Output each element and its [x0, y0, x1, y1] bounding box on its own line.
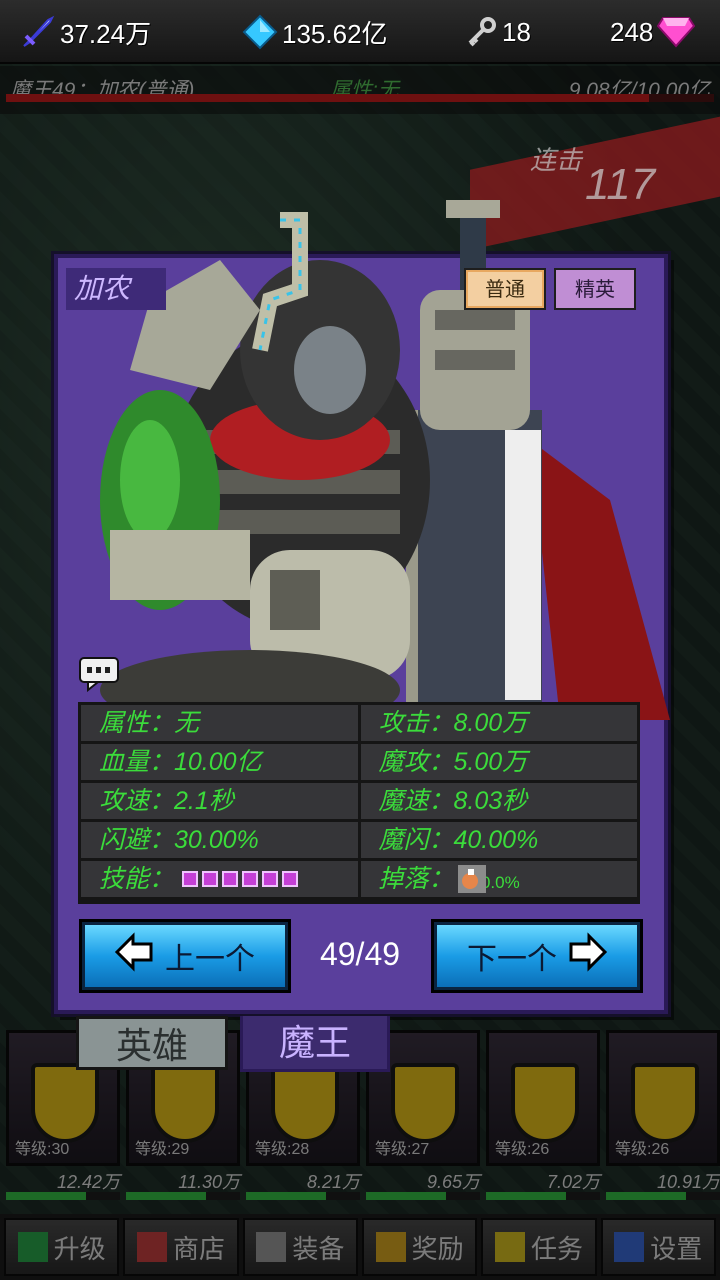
- hero-level: 等级:30: [15, 1141, 70, 1158]
- sword-icon: [20, 14, 56, 50]
- shop-icon: [136, 1232, 167, 1262]
- hero-level: 等级:27: [375, 1141, 430, 1158]
- hero-progress-bar: [6, 1192, 120, 1200]
- boss-page-counter: 49/49: [319, 936, 401, 972]
- bottom-nav-label: 装备: [292, 1233, 345, 1264]
- hero-level: 等级:26: [495, 1141, 550, 1158]
- attack-power-resource: 37.24万: [20, 14, 151, 50]
- bottom-nav-item[interactable]: 设置: [600, 1218, 716, 1276]
- hero-power: 9.65万: [426, 1172, 480, 1192]
- stat-drop: 掉落： 30.0%: [360, 861, 637, 897]
- tab-hero[interactable]: 英雄: [76, 1016, 228, 1070]
- speech-bubble-icon[interactable]: [78, 656, 120, 697]
- resource-bar: 37.24万 135.62亿 18 248: [0, 0, 720, 64]
- key-value: 18: [502, 16, 531, 47]
- boss-status-bar: 魔王49：加农(普通) 属性:无 9.08亿/10.00亿: [0, 66, 720, 114]
- elite-mode-button[interactable]: 精英: [554, 268, 636, 310]
- bottom-nav-label: 设置: [650, 1233, 703, 1264]
- hero-shield-icon: [31, 1063, 99, 1143]
- stat-skills-label: 技能：: [99, 865, 175, 893]
- crystal-value: 135.62亿: [282, 18, 388, 49]
- boss-name-label: 加农: [66, 268, 166, 310]
- stat-attribute: 属性：无: [81, 705, 358, 741]
- previous-boss-button[interactable]: 上一个: [82, 922, 288, 990]
- boss-stats-grid: 属性：无 攻击：8.00万 血量：10.00亿 魔攻：5.00万 攻速：2.1秒…: [78, 702, 640, 904]
- arrow-right-icon: [567, 932, 608, 980]
- arrow-up-icon: [17, 1232, 48, 1262]
- stat-magic-speed: 魔速：8.03秒: [360, 783, 637, 819]
- stat-magic-attack: 魔攻：5.00万: [360, 744, 637, 780]
- hero-level: 等级:28: [255, 1141, 310, 1158]
- previous-boss-label: 上一个: [165, 943, 255, 976]
- hero-power: 8.21万: [306, 1172, 360, 1192]
- quest-icon: [494, 1232, 525, 1262]
- settings-icon: [614, 1232, 645, 1262]
- gem-value: 248: [610, 16, 654, 47]
- pink-gem-icon: [657, 16, 696, 48]
- bottom-nav-item[interactable]: 商店: [123, 1218, 239, 1276]
- hero-progress-bar: [486, 1192, 600, 1200]
- hero-card[interactable]: 等级:26: [486, 1030, 600, 1166]
- skill-gem-list: [182, 871, 299, 887]
- drop-item-icon[interactable]: [457, 865, 486, 893]
- crystal-resource: 135.62亿: [242, 14, 388, 50]
- stat-attack-speed: 攻速：2.1秒: [81, 783, 358, 819]
- bottom-nav-label: 升级: [53, 1233, 106, 1264]
- next-boss-label: 下一个: [467, 943, 557, 976]
- stat-hp: 血量：10.00亿: [81, 744, 358, 780]
- bottom-nav-item[interactable]: 奖励: [361, 1218, 478, 1276]
- skill-gem-icon[interactable]: [262, 871, 279, 887]
- bottom-nav-item[interactable]: 装备: [242, 1218, 358, 1276]
- gem-resource: 248: [610, 14, 696, 50]
- skill-gem-icon[interactable]: [222, 871, 239, 887]
- hero-shield-icon: [151, 1063, 219, 1143]
- hero-card[interactable]: 等级:26: [606, 1030, 720, 1166]
- hero-level: 等级:26: [615, 1141, 670, 1158]
- hero-progress-bar: [606, 1192, 720, 1200]
- stat-attack: 攻击：8.00万: [360, 705, 637, 741]
- hero-power: 10.91万: [656, 1172, 720, 1192]
- stat-skills: 技能：: [81, 861, 358, 897]
- hero-progress-bar: [366, 1192, 480, 1200]
- hero-level: 等级:29: [135, 1141, 190, 1158]
- skill-gem-icon[interactable]: [282, 871, 299, 887]
- diamond-icon: [242, 14, 278, 50]
- bottom-navigation: 升级 商店 装备 奖励 任务 设置: [0, 1214, 720, 1280]
- normal-mode-button[interactable]: 普通: [464, 268, 546, 310]
- bottom-nav-item[interactable]: 升级: [4, 1218, 120, 1276]
- stat-dodge: 闪避：30.00%: [81, 822, 358, 858]
- stat-drop-label: 掉落：: [378, 865, 454, 893]
- key-icon: [466, 16, 498, 48]
- hero-shield-icon: [391, 1063, 459, 1143]
- next-boss-button[interactable]: 下一个: [434, 922, 640, 990]
- bottom-nav-label: 奖励: [411, 1233, 464, 1264]
- trophy-icon: [375, 1232, 406, 1262]
- stat-magic-dodge: 魔闪：40.00%: [360, 822, 637, 858]
- tab-boss[interactable]: 魔王: [240, 1016, 390, 1072]
- skill-gem-icon[interactable]: [182, 871, 199, 887]
- hero-progress-bar: [126, 1192, 240, 1200]
- skill-gem-icon[interactable]: [202, 871, 219, 887]
- arrow-left-icon: [114, 932, 155, 980]
- skill-gem-icon[interactable]: [242, 871, 259, 887]
- attack-power-value: 37.24万: [60, 18, 152, 49]
- bottom-nav-label: 商店: [172, 1233, 225, 1264]
- bottom-nav-item[interactable]: 任务: [481, 1218, 597, 1276]
- hero-shield-icon: [631, 1063, 699, 1143]
- equipment-icon: [256, 1232, 287, 1262]
- hero-power: 11.30万: [178, 1172, 240, 1192]
- hero-shield-icon: [511, 1063, 579, 1143]
- bottom-nav-label: 任务: [530, 1233, 583, 1264]
- hero-power: 7.02万: [546, 1172, 600, 1192]
- combo-label: 连击: [530, 145, 583, 175]
- key-resource: 18: [466, 14, 531, 50]
- boss-hp-fill: [6, 94, 649, 102]
- hero-progress-bar: [246, 1192, 360, 1200]
- boss-hp-bar: [6, 94, 714, 102]
- hero-power: 12.42万: [56, 1172, 120, 1192]
- hero-shield-icon: [271, 1063, 339, 1143]
